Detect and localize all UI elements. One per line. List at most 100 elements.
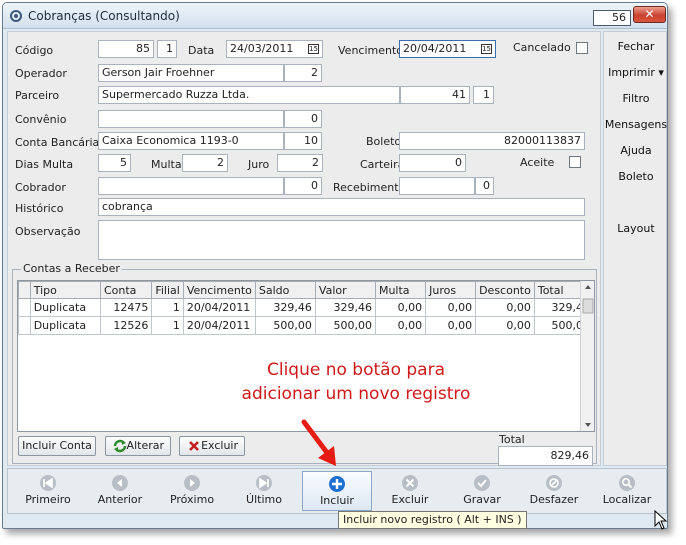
- sidebar-item-imprimir[interactable]: Imprimir ▾: [604, 66, 667, 79]
- column-header-tipo[interactable]: Tipo: [29, 281, 101, 299]
- contas-group-title: Contas a Receber: [21, 262, 122, 275]
- sidebar-item-filtro[interactable]: Filtro: [604, 92, 667, 105]
- conta-bancaria-code-field[interactable]: 10: [284, 132, 322, 150]
- parceiro-label: Parceiro: [15, 89, 60, 102]
- ultimo-button[interactable]: Último: [229, 471, 299, 511]
- operador-label: Operador: [15, 67, 67, 80]
- localizar-label: Localizar: [602, 493, 652, 506]
- convenio-field[interactable]: [98, 110, 284, 128]
- anterior-button[interactable]: Anterior: [85, 471, 155, 511]
- sidebar-item-mensagens[interactable]: Mensagens: [604, 118, 667, 131]
- carteira-field[interactable]: 0: [399, 154, 466, 172]
- excluir-conta-button[interactable]: Excluir: [179, 436, 245, 456]
- cell-valor: 329,46: [314, 298, 376, 317]
- column-header-saldo[interactable]: Saldo: [254, 281, 316, 299]
- historico-field[interactable]: cobrança: [98, 198, 585, 216]
- alterar-button[interactable]: Alterar: [105, 436, 171, 456]
- codigo-sub-field[interactable]: 1: [157, 40, 177, 58]
- primeiro-label: Primeiro: [25, 493, 71, 506]
- incluir-conta-button[interactable]: Incluir Conta: [18, 436, 96, 456]
- desfazer-label: Desfazer: [529, 493, 579, 506]
- conta-bancaria-label: Conta Bancária: [15, 136, 100, 149]
- gravar-button[interactable]: Gravar: [447, 471, 517, 511]
- row-selector[interactable]: [18, 316, 31, 335]
- sidebar-item-layout[interactable]: Layout: [604, 222, 667, 235]
- observacao-label: Observação: [15, 225, 81, 238]
- parceiro-code-field[interactable]: 41: [400, 86, 470, 104]
- grid-vertical-scrollbar[interactable]: [580, 281, 594, 431]
- boleto-field[interactable]: 82000113837: [399, 132, 585, 150]
- parceiro-sub-field[interactable]: 1: [473, 86, 494, 104]
- close-window-button[interactable]: ✕: [633, 6, 666, 23]
- cell-multa: 0,00: [374, 298, 427, 317]
- data-value: 24/03/2011: [230, 42, 294, 55]
- cell-filial: 1: [151, 298, 184, 317]
- convenio-code-field[interactable]: 0: [284, 110, 322, 128]
- annotation-line-1: Clique no botão para: [266, 360, 446, 380]
- cobrador-field[interactable]: [98, 177, 284, 195]
- sidebar-item-ajuda[interactable]: Ajuda: [604, 144, 667, 157]
- table-row[interactable]: Duplicata 12475 1 20/04/2011 329,46 329,…: [18, 298, 594, 317]
- aceite-checkbox[interactable]: [569, 156, 581, 168]
- data-field[interactable]: 24/03/2011 15: [226, 40, 323, 58]
- codigo-field[interactable]: 85: [98, 40, 154, 58]
- excluir-button[interactable]: Excluir: [375, 471, 445, 511]
- sidebar-item-fechar[interactable]: Fechar: [604, 40, 667, 53]
- cobrador-code-field[interactable]: 0: [284, 177, 322, 195]
- multa-field[interactable]: 2: [182, 154, 228, 172]
- column-header-juros[interactable]: Juros: [425, 281, 477, 299]
- cell-tipo: Duplicata: [29, 298, 101, 317]
- contas-grid[interactable]: Tipo Conta Filial Vencimento Saldo Valor…: [17, 280, 595, 432]
- column-header-filial[interactable]: Filial: [151, 281, 184, 299]
- carteira-label: Carteira: [360, 158, 405, 171]
- column-header-desconto[interactable]: Desconto: [475, 281, 535, 299]
- sidebar-item-boleto[interactable]: Boleto: [604, 170, 667, 183]
- column-header-conta[interactable]: Conta: [99, 281, 153, 299]
- operador-code-field[interactable]: 2: [284, 64, 322, 82]
- anterior-label: Anterior: [97, 493, 143, 506]
- cancelado-checkbox[interactable]: [576, 42, 588, 54]
- app-icon: [10, 10, 22, 22]
- incluir-button[interactable]: Incluir: [302, 471, 372, 511]
- vencimento-field[interactable]: 20/04/2011 15: [399, 40, 496, 58]
- operador-field[interactable]: Gerson Jair Froehner: [98, 64, 284, 82]
- cancelado-label: Cancelado: [513, 41, 571, 54]
- scrollbar-arrows-icon[interactable]: [581, 281, 595, 431]
- sidebar: Fechar Imprimir ▾ Filtro Mensagens Ajuda…: [603, 31, 667, 466]
- tutorial-annotation: Clique no botão para adicionar um novo r…: [240, 358, 472, 406]
- row-selector-header: [18, 281, 31, 299]
- total-label: Total: [499, 433, 525, 446]
- table-row[interactable]: Duplicata 12526 1 20/04/2011 500,00 500,…: [18, 316, 594, 335]
- excluir-label: Excluir: [391, 493, 429, 506]
- undo-icon: [546, 475, 562, 491]
- last-icon: [256, 475, 272, 491]
- cell-multa: 0,00: [374, 316, 427, 335]
- localizar-button[interactable]: Localizar: [592, 471, 662, 511]
- cell-vencimento: 20/04/2011: [182, 298, 256, 317]
- column-header-multa[interactable]: Multa: [374, 281, 427, 299]
- column-header-valor[interactable]: Valor: [314, 281, 376, 299]
- calendar-icon[interactable]: 15: [308, 44, 319, 54]
- juro-field[interactable]: 2: [277, 154, 323, 172]
- calendar-icon[interactable]: 15: [481, 44, 492, 54]
- row-selector[interactable]: [18, 298, 31, 317]
- proximo-button[interactable]: Próximo: [157, 471, 227, 511]
- observacao-field[interactable]: [98, 220, 585, 260]
- cell-vencimento: 20/04/2011: [182, 316, 256, 335]
- cell-desconto: 0,00: [475, 298, 535, 317]
- convenio-label: Convênio: [15, 113, 67, 126]
- cell-juros: 0,00: [425, 298, 477, 317]
- cell-filial: 1: [151, 316, 184, 335]
- dias-multa-field[interactable]: 5: [98, 154, 131, 172]
- aceite-label: Aceite: [520, 156, 555, 169]
- recebimento-code-field[interactable]: 0: [475, 177, 494, 195]
- refresh-icon: [113, 439, 127, 453]
- conta-bancaria-field[interactable]: Caixa Economica 1193-0: [98, 132, 284, 150]
- incluir-tooltip: Incluir novo registro ( Alt + INS ): [338, 511, 527, 529]
- parceiro-field[interactable]: Supermercado Ruzza Ltda.: [98, 86, 400, 104]
- contas-table: Tipo Conta Filial Vencimento Saldo Valor…: [18, 281, 594, 335]
- recebimento-field[interactable]: [399, 177, 475, 195]
- column-header-vencimento[interactable]: Vencimento: [182, 281, 256, 299]
- primeiro-button[interactable]: Primeiro: [13, 471, 83, 511]
- desfazer-button[interactable]: Desfazer: [519, 471, 589, 511]
